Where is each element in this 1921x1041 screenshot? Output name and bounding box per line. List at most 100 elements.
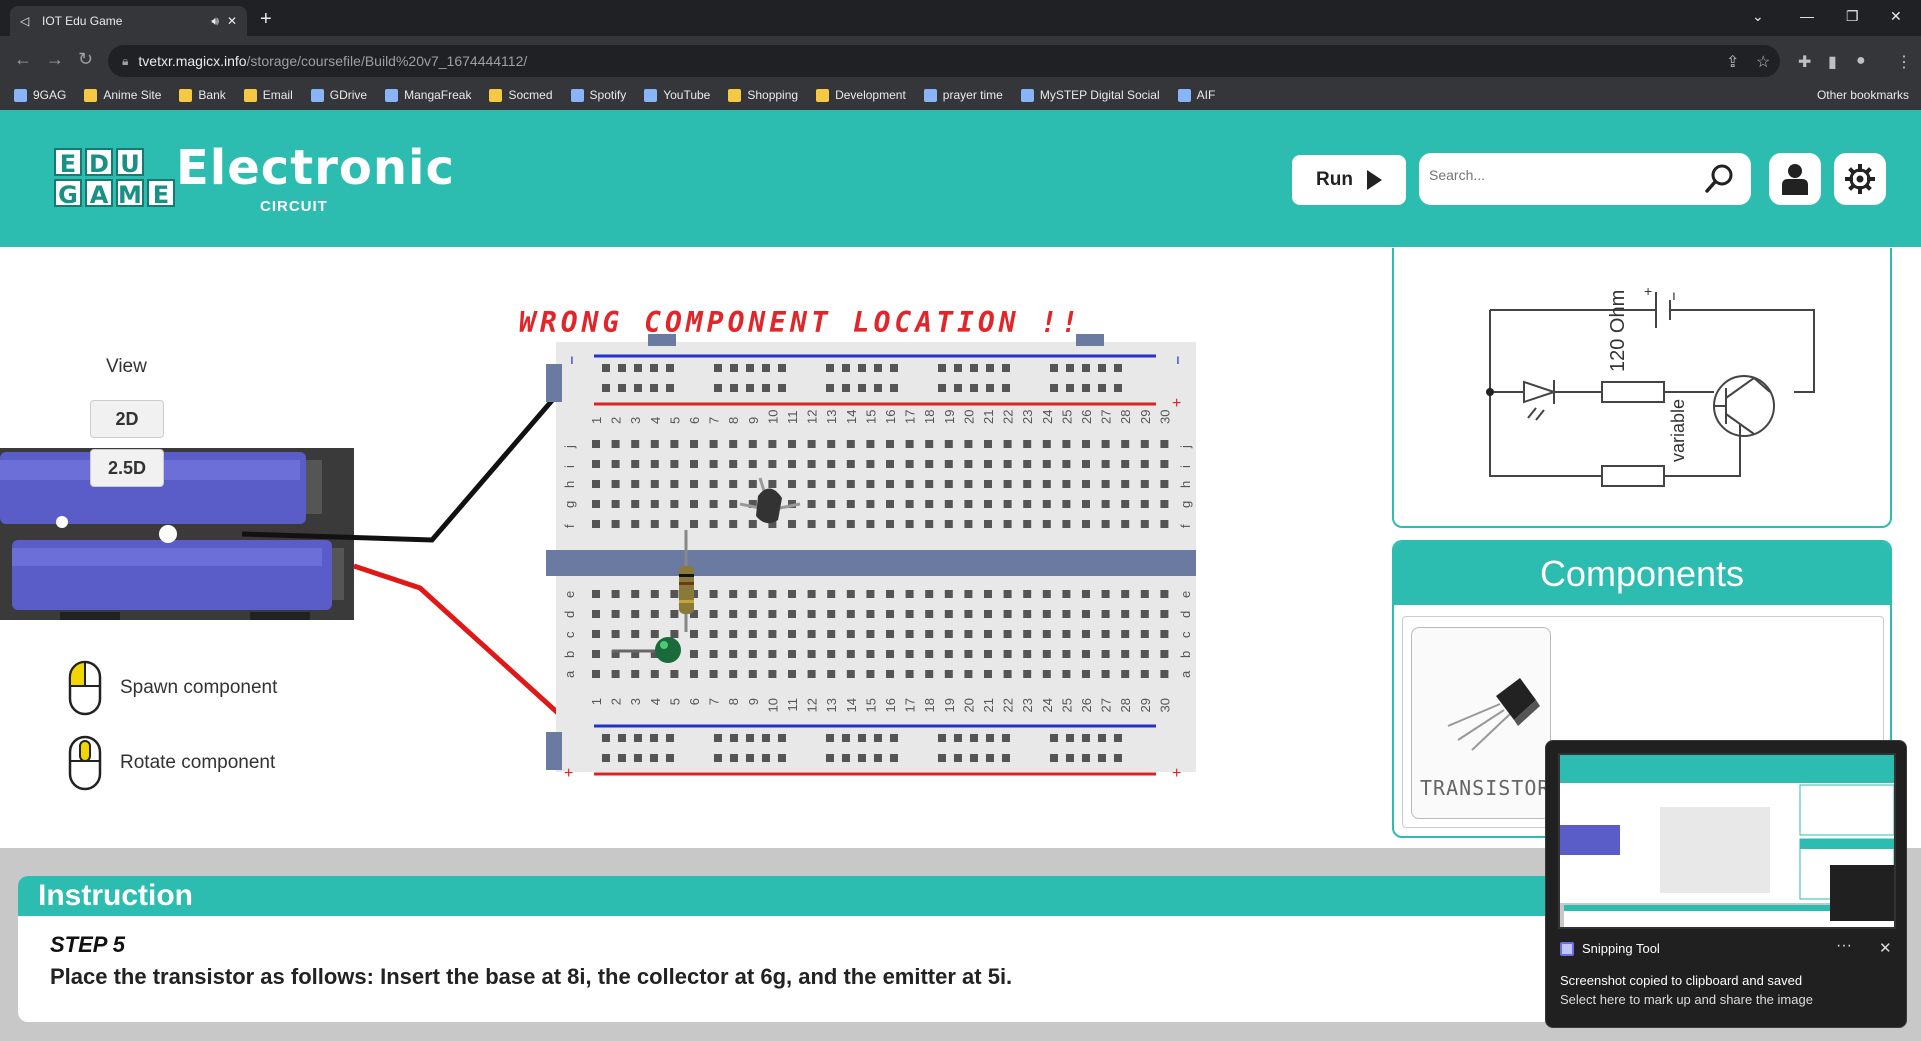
extensions-icon[interactable]: ✚	[1798, 52, 1811, 72]
close-window-icon[interactable]: ✕	[1890, 8, 1902, 25]
breadboard-hole[interactable]	[807, 610, 816, 618]
breadboard-hole[interactable]	[846, 460, 855, 468]
breadboard-hole[interactable]	[729, 520, 738, 528]
breadboard-hole[interactable]	[729, 500, 738, 508]
breadboard-hole[interactable]	[748, 590, 757, 598]
breadboard-hole[interactable]	[905, 610, 914, 618]
breadboard-hole[interactable]	[1082, 650, 1090, 658]
breadboard-hole[interactable]	[788, 520, 796, 528]
bookmark-item[interactable]: prayer time	[923, 88, 1003, 102]
bookmark-item[interactable]: Bank	[179, 88, 226, 102]
breadboard-hole[interactable]	[768, 440, 777, 448]
breadboard-hole[interactable]	[1121, 480, 1130, 488]
breadboard-hole[interactable]	[592, 440, 600, 448]
breadboard-hole[interactable]	[984, 500, 992, 508]
breadboard-hole[interactable]	[1042, 670, 1051, 678]
breadboard-hole[interactable]	[730, 384, 738, 392]
breadboard-hole[interactable]	[650, 590, 659, 598]
breadboard-hole[interactable]	[827, 460, 836, 468]
breadboard-hole[interactable]	[709, 460, 718, 468]
breadboard-hole[interactable]	[1062, 440, 1071, 448]
breadboard-hole[interactable]	[954, 364, 962, 372]
bookmark-item[interactable]: Development	[816, 88, 906, 102]
breadboard-hole[interactable]	[690, 500, 698, 508]
breadboard-hole[interactable]	[954, 734, 962, 742]
breadboard-hole[interactable]	[1023, 650, 1032, 658]
breadboard-hole[interactable]	[1082, 610, 1090, 618]
breadboard-hole[interactable]	[1114, 364, 1122, 372]
breadboard-hole[interactable]	[592, 590, 600, 598]
breadboard-hole[interactable]	[846, 590, 855, 598]
breadboard-hole[interactable]	[1023, 440, 1032, 448]
breadboard-hole[interactable]	[666, 384, 674, 392]
breadboard-hole[interactable]	[925, 670, 934, 678]
breadboard-hole[interactable]	[746, 384, 754, 392]
new-tab-icon[interactable]: +	[260, 8, 272, 31]
breadboard-hole[interactable]	[874, 754, 882, 762]
snipping-tool-notification[interactable]: Snipping Tool ··· ✕ Screenshot copied to…	[1545, 740, 1907, 1028]
breadboard-hole[interactable]	[1050, 384, 1058, 392]
run-button[interactable]: Run	[1292, 155, 1406, 205]
breadboard-hole[interactable]	[1160, 610, 1169, 618]
breadboard-hole[interactable]	[611, 480, 620, 488]
breadboard-hole[interactable]	[788, 480, 796, 488]
breadboard-hole[interactable]	[1121, 650, 1130, 658]
breadboard-hole[interactable]	[690, 520, 698, 528]
breadboard-hole[interactable]	[826, 754, 834, 762]
breadboard-hole[interactable]	[964, 610, 973, 618]
breadboard-hole[interactable]	[1101, 440, 1110, 448]
breadboard-hole[interactable]	[1140, 440, 1149, 448]
breadboard-hole[interactable]	[1101, 480, 1110, 488]
breadboard-hole[interactable]	[768, 590, 777, 598]
breadboard-hole[interactable]	[1098, 754, 1106, 762]
breadboard-hole[interactable]	[748, 610, 757, 618]
breadboard-hole[interactable]	[807, 650, 816, 658]
breadboard-hole[interactable]	[938, 364, 946, 372]
breadboard-hole[interactable]	[714, 364, 722, 372]
breadboard-hole[interactable]	[634, 384, 642, 392]
breadboard-hole[interactable]	[858, 754, 866, 762]
breadboard-hole[interactable]	[670, 590, 679, 598]
breadboard-hole[interactable]	[650, 440, 659, 448]
search-input[interactable]	[1429, 167, 1689, 183]
breadboard-hole[interactable]	[1098, 384, 1106, 392]
breadboard-hole[interactable]	[886, 630, 894, 638]
breadboard-hole[interactable]	[846, 610, 855, 618]
breadboard-hole[interactable]	[1140, 630, 1149, 638]
breadboard-hole[interactable]	[807, 670, 816, 678]
breadboard-hole[interactable]	[1082, 384, 1090, 392]
breadboard-hole[interactable]	[788, 630, 796, 638]
breadboard-hole[interactable]	[827, 630, 836, 638]
breadboard-hole[interactable]	[1023, 670, 1032, 678]
breadboard-hole[interactable]	[690, 630, 698, 638]
breadboard-hole[interactable]	[1082, 590, 1090, 598]
breadboard-hole[interactable]	[1160, 630, 1169, 638]
breadboard-hole[interactable]	[1140, 480, 1149, 488]
breadboard-hole[interactable]	[611, 500, 620, 508]
breadboard-hole[interactable]	[944, 590, 953, 598]
speaker-icon[interactable]: 🔊︎	[211, 14, 219, 29]
breadboard-hole[interactable]	[807, 520, 816, 528]
breadboard-hole[interactable]	[762, 754, 770, 762]
breadboard-hole[interactable]	[618, 754, 626, 762]
breadboard-hole[interactable]	[1101, 460, 1110, 468]
breadboard-hole[interactable]	[611, 460, 620, 468]
breadboard-hole[interactable]	[827, 650, 836, 658]
profile-avatar-icon[interactable]: ●	[1856, 52, 1866, 70]
breadboard-hole[interactable]	[762, 734, 770, 742]
breadboard-hole[interactable]	[1082, 440, 1090, 448]
breadboard-hole[interactable]	[670, 500, 679, 508]
breadboard-hole[interactable]	[1121, 520, 1130, 528]
breadboard-hole[interactable]	[905, 480, 914, 488]
breadboard-hole[interactable]	[1023, 630, 1032, 638]
breadboard-hole[interactable]	[1160, 650, 1169, 658]
breadboard-hole[interactable]	[690, 480, 698, 488]
breadboard-hole[interactable]	[768, 650, 777, 658]
breadboard-hole[interactable]	[984, 630, 992, 638]
breadboard-hole[interactable]	[634, 364, 642, 372]
breadboard-hole[interactable]	[729, 590, 738, 598]
breadboard-hole[interactable]	[709, 500, 718, 508]
breadboard-hole[interactable]	[925, 610, 934, 618]
breadboard-hole[interactable]	[1066, 384, 1074, 392]
breadboard-hole[interactable]	[984, 480, 992, 488]
